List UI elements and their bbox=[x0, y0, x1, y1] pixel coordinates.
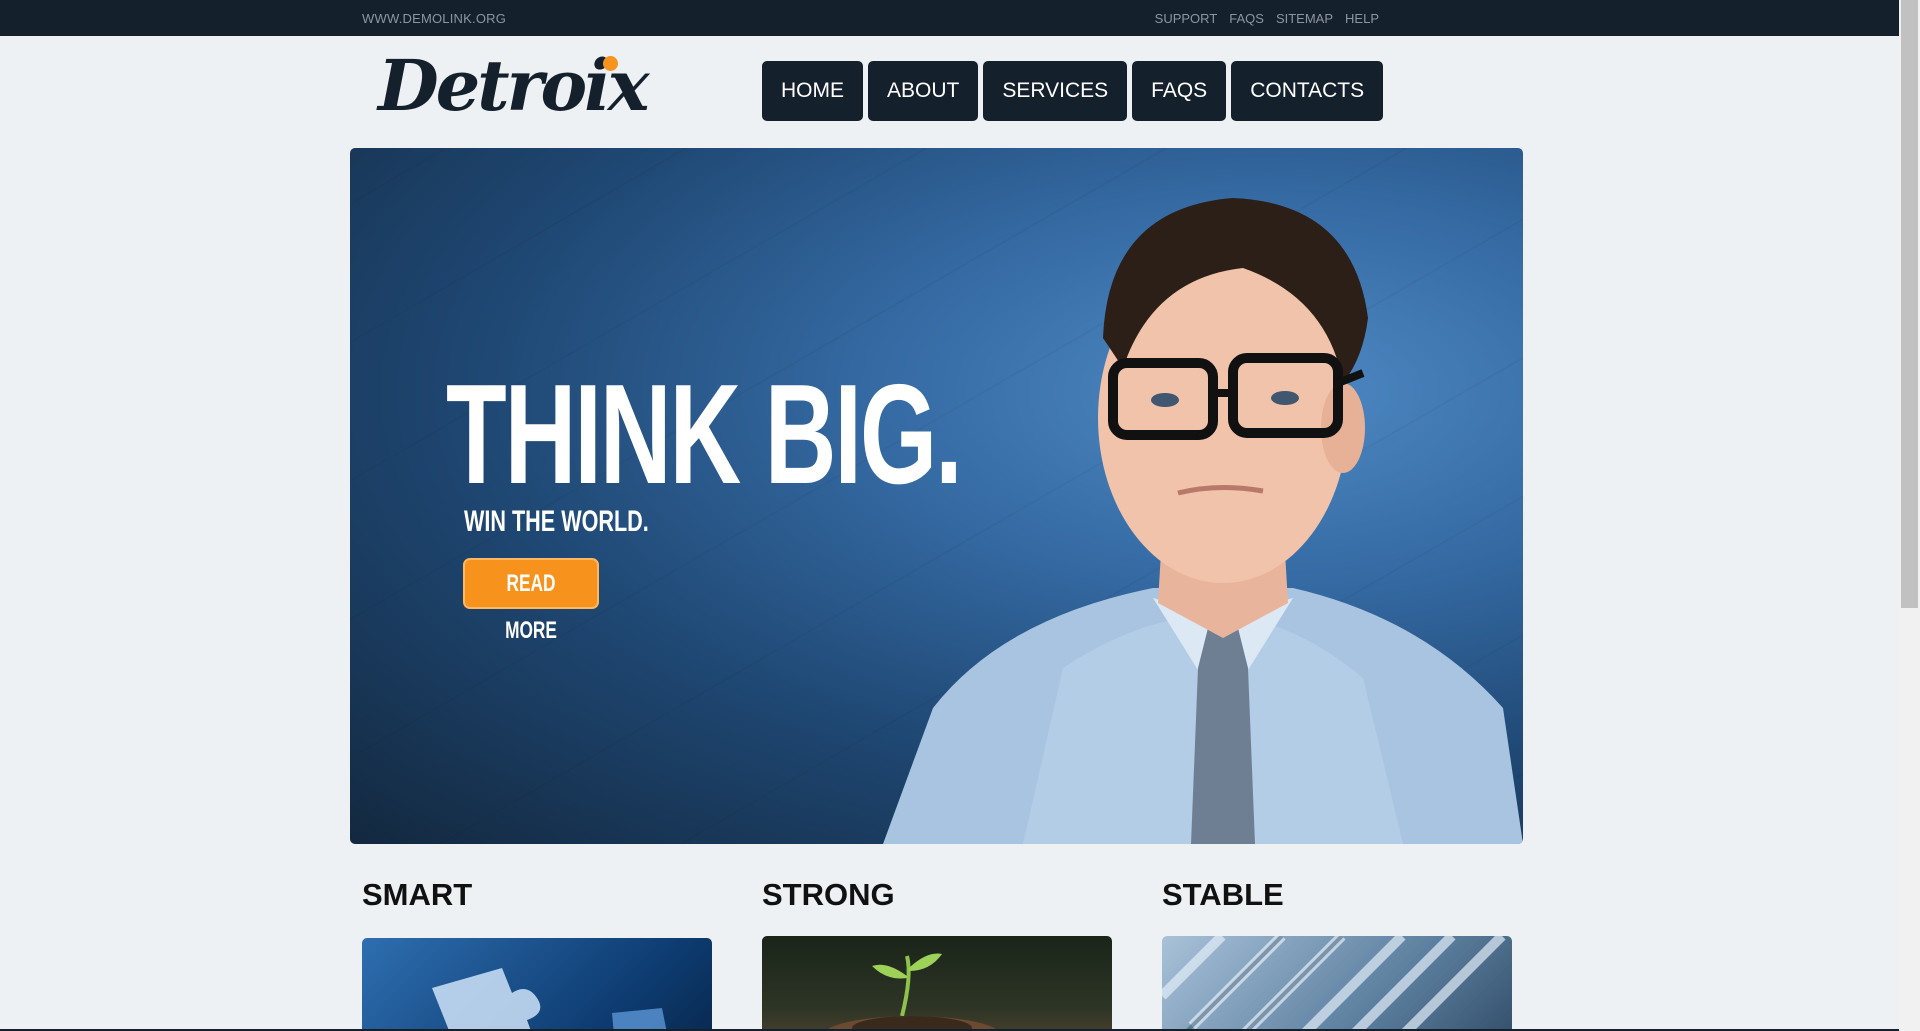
logo-text: Detroix bbox=[378, 44, 649, 127]
feature-image-maze[interactable] bbox=[1162, 936, 1512, 1031]
hero-subhead: WIN THE WORLD. bbox=[464, 505, 649, 538]
site-logo[interactable]: Detroix bbox=[378, 44, 649, 127]
main-nav: HOME ABOUT SERVICES FAQS CONTACTS bbox=[762, 61, 1384, 121]
hero-headline: THINK BIG. bbox=[446, 355, 963, 514]
feature-smart: SMART bbox=[362, 870, 714, 1031]
feature-stable: STABLE bbox=[1162, 870, 1514, 1031]
top-links: SUPPORT FAQS SITEMAP HELP bbox=[1155, 11, 1379, 26]
feature-title: STABLE bbox=[1162, 877, 1284, 912]
maze-icon bbox=[1162, 936, 1506, 1031]
top-link-sitemap[interactable]: SITEMAP bbox=[1276, 11, 1333, 26]
read-more-label: READ MORE bbox=[505, 570, 557, 644]
hero-banner: THINK BIG. WIN THE WORLD. READ MORE bbox=[350, 148, 1523, 844]
top-link-help[interactable]: HELP bbox=[1345, 11, 1379, 26]
read-more-button[interactable]: READ MORE bbox=[463, 558, 599, 644]
nav-faqs[interactable]: FAQS bbox=[1132, 61, 1227, 121]
page-scrollbar[interactable] bbox=[1899, 0, 1920, 1031]
top-bar: WWW.DEMOLINK.ORG SUPPORT FAQS SITEMAP HE… bbox=[0, 0, 1899, 36]
logo-dot-icon bbox=[603, 56, 618, 71]
puzzle-icon bbox=[432, 968, 667, 1031]
feature-title: SMART bbox=[362, 877, 473, 912]
feature-image-puzzle[interactable] bbox=[362, 938, 712, 1031]
top-link-support[interactable]: SUPPORT bbox=[1155, 11, 1218, 26]
scrollbar-thumb[interactable] bbox=[1901, 0, 1918, 608]
feature-strong: STRONG bbox=[762, 870, 1114, 1031]
nav-about[interactable]: ABOUT bbox=[868, 61, 979, 121]
nav-services[interactable]: SERVICES bbox=[983, 61, 1128, 121]
top-link-faqs[interactable]: FAQS bbox=[1229, 11, 1264, 26]
feature-image-sprout[interactable] bbox=[762, 936, 1112, 1031]
feature-title: STRONG bbox=[762, 877, 895, 912]
site-url: WWW.DEMOLINK.ORG bbox=[362, 11, 507, 26]
nav-home[interactable]: HOME bbox=[762, 61, 863, 121]
nav-contacts[interactable]: CONTACTS bbox=[1231, 61, 1384, 121]
sprout-icon bbox=[824, 953, 1000, 1031]
